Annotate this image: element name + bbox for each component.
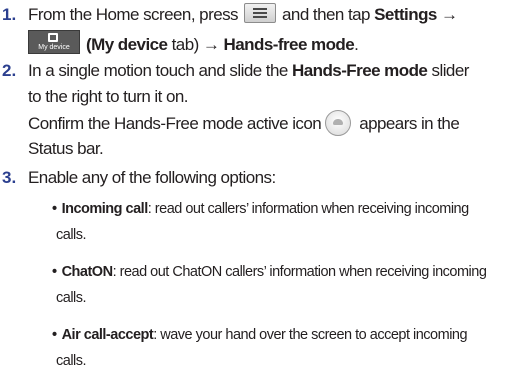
my-device-tab-icon: My device xyxy=(28,30,80,54)
hands-free-mode-active-icon xyxy=(325,110,352,136)
step-1-hands-free: Hands-free mode xyxy=(223,35,355,54)
step-1-line-1: From the Home screen, press and then tap … xyxy=(28,2,458,28)
option-name: Incoming call xyxy=(61,201,149,217)
step-1-text-a: From the Home screen, press xyxy=(28,5,239,24)
step-3-number: 3. xyxy=(2,168,17,187)
step-2-text-c: slider xyxy=(431,61,470,80)
menu-key-icon xyxy=(244,3,277,23)
step-2-line-2: to the right to turn it on. xyxy=(28,84,189,110)
step-1-arrow: → xyxy=(202,35,220,54)
option-desc: : read out ChatON callers’ information w… xyxy=(112,264,487,280)
bullet: • xyxy=(52,264,57,280)
option-desc: : read out callers’ information when rec… xyxy=(147,201,469,217)
step-2-text-line-3a: Confirm the Hands-Free mode active icon xyxy=(28,114,322,133)
step-2-text-a: In a single motion touch and slide the xyxy=(28,61,288,80)
step-2-text-line-4: Status bar. xyxy=(28,139,104,158)
option-name: ChatON xyxy=(61,264,113,280)
step-1-tab-text: (My device xyxy=(86,35,168,54)
option-desc-cont: calls. xyxy=(56,227,87,243)
step-1-number: 1. xyxy=(2,5,17,24)
step-1-period: . xyxy=(354,35,359,54)
step-1-tab-text-b: tab) xyxy=(171,35,200,54)
step-2-number: 2. xyxy=(2,61,17,80)
step-2-line-3: Confirm the Hands-Free mode active icon a… xyxy=(28,110,460,137)
option-desc-cont: calls. xyxy=(56,290,87,306)
instruction-page: 1. From the Home screen, press and then t… xyxy=(0,0,532,388)
option-air-call-accept: • Air call-accept: wave your hand over th… xyxy=(52,322,468,348)
step-1-text-b: and then tap xyxy=(282,5,370,24)
option-incoming-call-cont: calls. xyxy=(56,222,87,248)
device-icon-caption: My device xyxy=(38,44,70,51)
option-air-call-accept-cont: calls. xyxy=(56,348,87,374)
option-desc: : wave your hand over the screen to acce… xyxy=(153,327,468,343)
step-3-intro-text: Enable any of the following options: xyxy=(28,168,276,187)
option-name: Air call-accept xyxy=(61,327,154,343)
step-3-intro: Enable any of the following options: xyxy=(28,165,276,191)
step-2-text-line-2: to the right to turn it on. xyxy=(28,87,189,106)
option-desc-cont: calls. xyxy=(56,353,87,369)
step-2-text-line-3b: appears in the xyxy=(359,114,460,133)
bullet: • xyxy=(52,327,57,343)
option-chaton-cont: calls. xyxy=(56,285,87,311)
step-1-settings: Settings → xyxy=(374,5,458,24)
bullet: • xyxy=(52,201,57,217)
step-1-line-2: My device (My device tab) → Hands-free mo… xyxy=(28,30,359,58)
step-2-line-1: In a single motion touch and slide the H… xyxy=(28,58,469,84)
option-incoming-call: • Incoming call: read out callers’ inform… xyxy=(52,196,469,222)
step-2-hands-free-mode: Hands-Free mode xyxy=(291,61,428,80)
step-2-line-4: Status bar. xyxy=(28,136,104,162)
option-chaton: • ChatON: read out ChatON callers’ inform… xyxy=(52,259,487,285)
